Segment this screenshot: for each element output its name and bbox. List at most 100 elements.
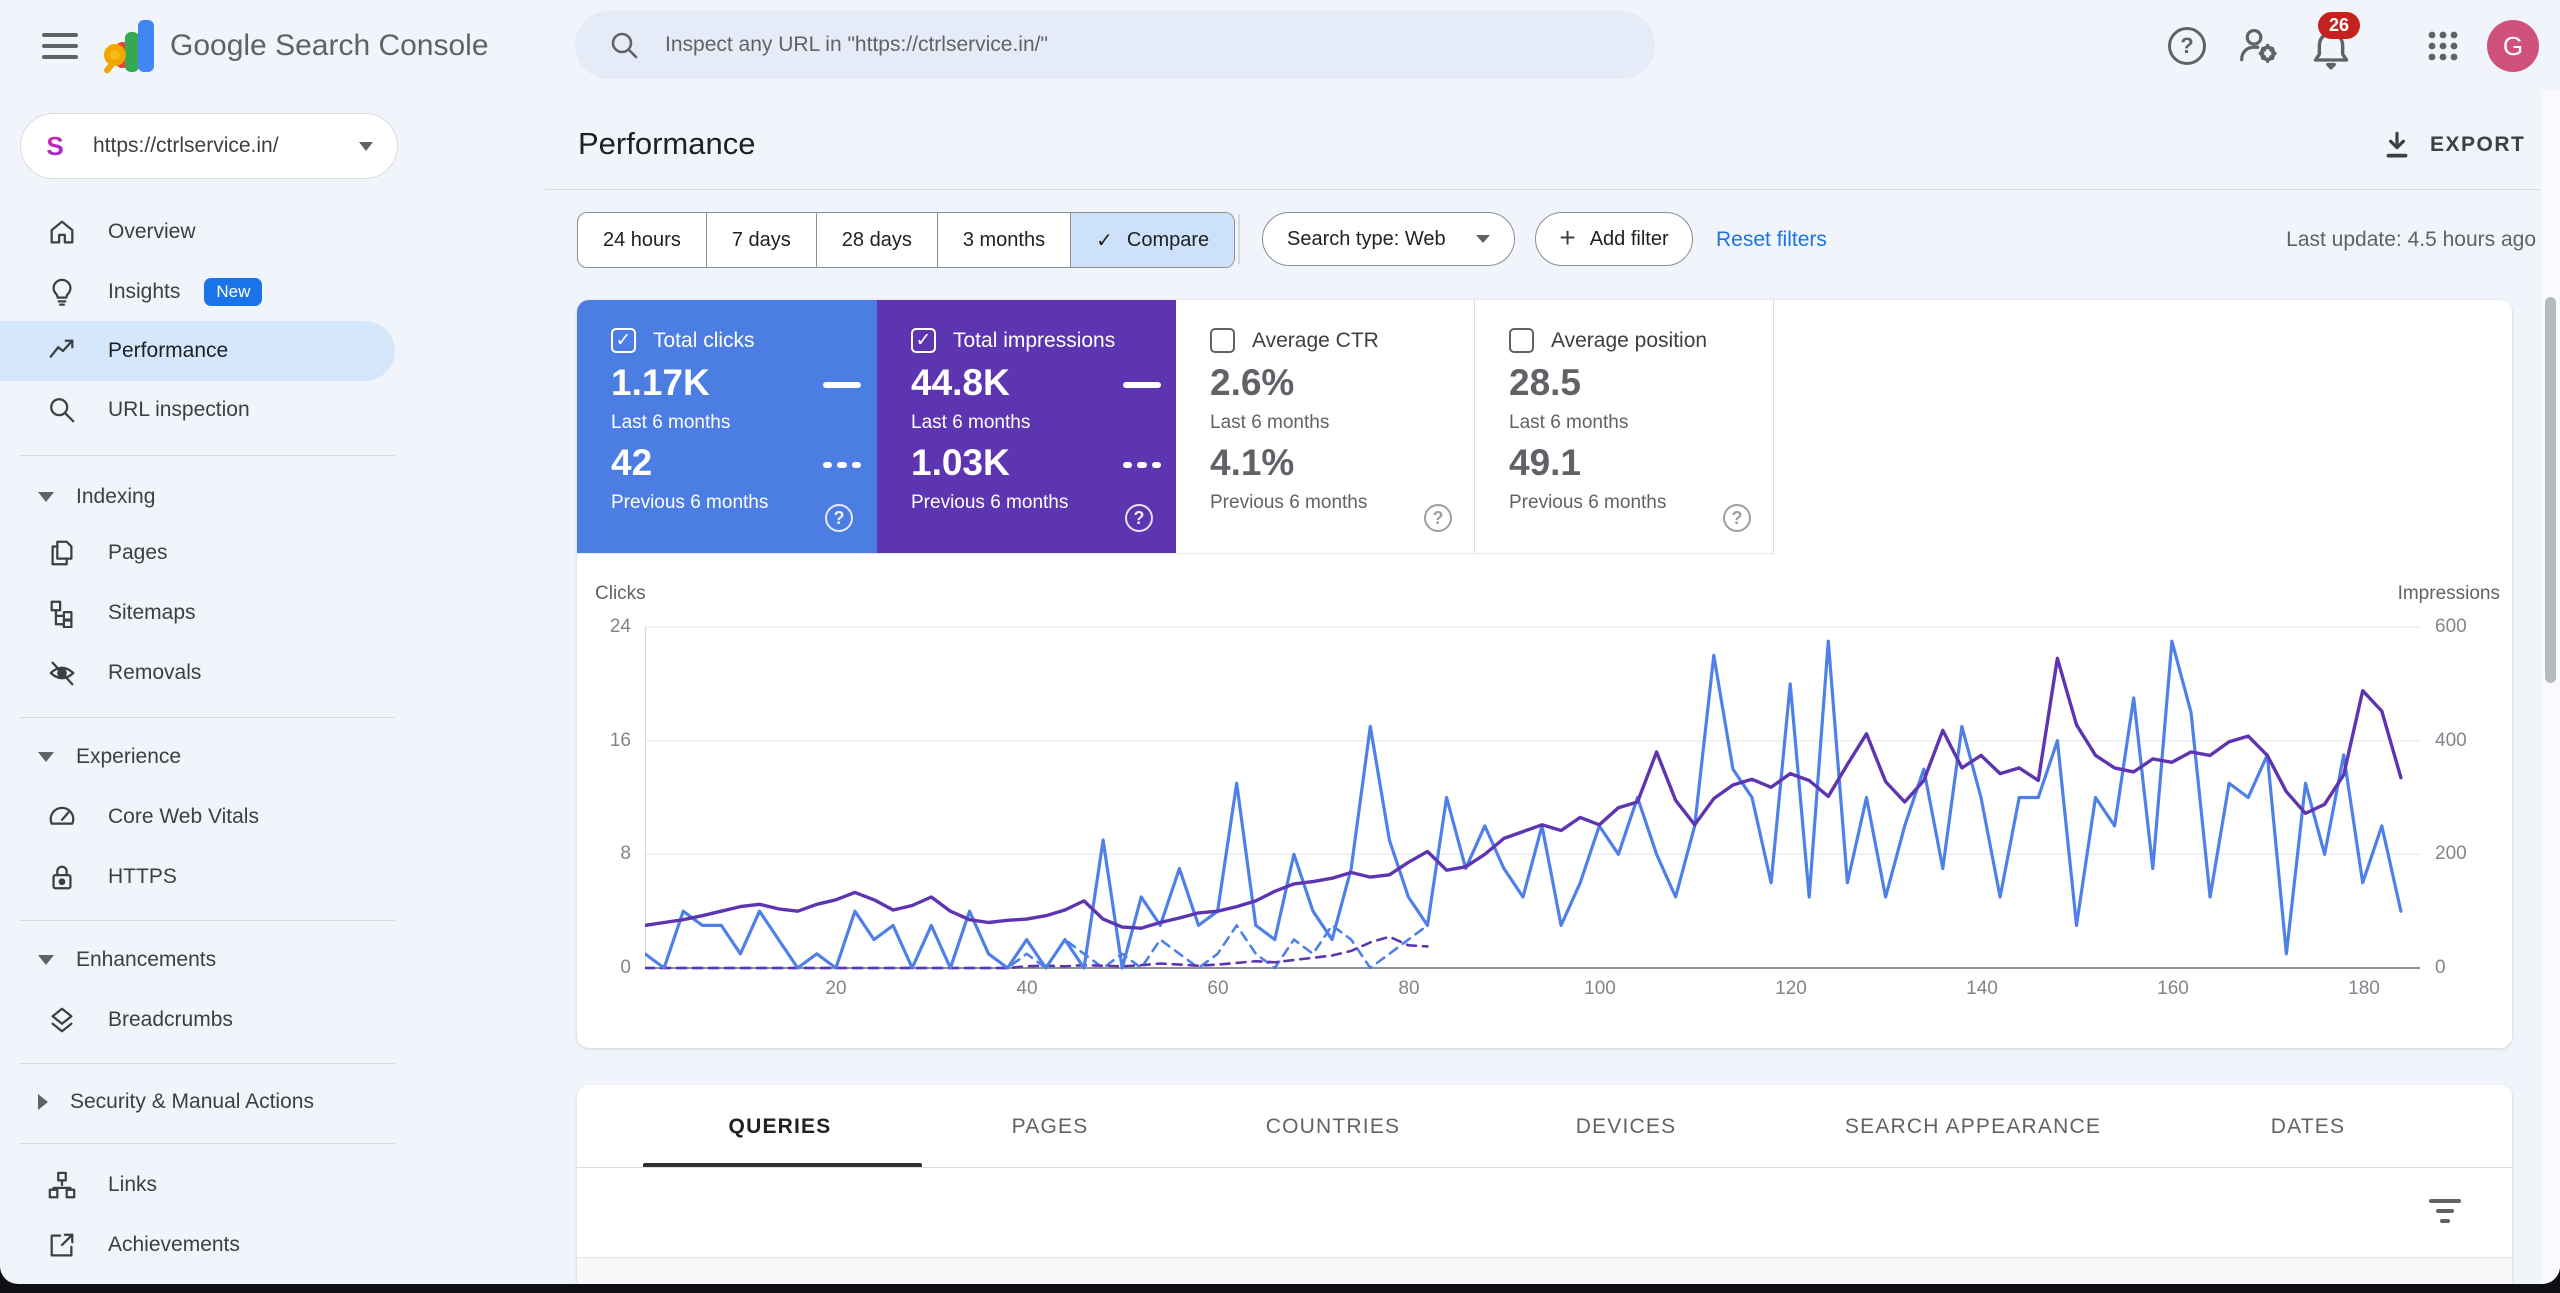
card-total-clicks[interactable]: ✓ Total clicks 1.17K Last 6 months 42 Pr…: [577, 300, 877, 553]
checkbox-checked-icon[interactable]: ✓: [611, 328, 636, 353]
section-label: Security & Manual Actions: [70, 1090, 314, 1113]
card-label: Average position: [1551, 329, 1708, 352]
help-button[interactable]: ?: [2162, 21, 2212, 71]
sidebar-item-label: Achievements: [108, 1233, 240, 1256]
scrollbar-track[interactable]: [2541, 90, 2560, 1284]
sidebar-item-breadcrumbs[interactable]: Breadcrumbs: [0, 990, 395, 1050]
chevron-expanded-icon: [38, 955, 54, 965]
tab-devices[interactable]: DEVICES: [1576, 1115, 1677, 1139]
sidebar-item-performance[interactable]: Performance: [0, 321, 395, 381]
url-inspect-search-input[interactable]: Inspect any URL in "https://ctrlservice.…: [575, 11, 1655, 79]
help-icon[interactable]: ?: [1424, 504, 1452, 532]
x-tick: 60: [1207, 978, 1229, 999]
range-compare[interactable]: ✓ Compare: [1070, 213, 1235, 267]
range-3-months[interactable]: 3 months: [936, 213, 1070, 267]
search-icon: [611, 32, 638, 59]
sidebar-item-label: Insights: [108, 280, 181, 303]
checkbox-checked-icon[interactable]: ✓: [911, 328, 936, 353]
chevron-expanded-icon: [38, 752, 54, 762]
range-7-days[interactable]: 7 days: [705, 213, 816, 267]
section-security-manual-actions[interactable]: Security & Manual Actions: [38, 1082, 314, 1122]
account-avatar[interactable]: G: [2487, 20, 2539, 72]
x-tick: 180: [2348, 978, 2380, 999]
property-selector[interactable]: S https://ctrlservice.in/: [20, 113, 398, 179]
tab-search-appearance[interactable]: SEARCH APPEARANCE: [1845, 1115, 2101, 1139]
property-favicon: S: [37, 128, 73, 164]
google-apps-button[interactable]: [2418, 21, 2468, 71]
checkbox-unchecked-icon[interactable]: [1210, 328, 1235, 353]
tab-queries[interactable]: QUERIES: [729, 1115, 832, 1139]
sidebar-divider: [20, 920, 395, 921]
checkbox-unchecked-icon[interactable]: [1509, 328, 1534, 353]
help-icon: ?: [2168, 27, 2206, 65]
section-indexing[interactable]: Indexing: [38, 477, 155, 517]
period-label: Previous 6 months: [1210, 492, 1368, 513]
sidebar-item-core-web-vitals[interactable]: Core Web Vitals: [0, 787, 395, 847]
period-label: Last 6 months: [1210, 412, 1330, 433]
performance-line-chart[interactable]: [645, 620, 2420, 975]
filter-table-button[interactable]: [2425, 1191, 2465, 1231]
sidebar-item-links[interactable]: Links: [0, 1155, 395, 1215]
sidebar-item-achievements[interactable]: Achievements: [0, 1215, 395, 1275]
help-icon[interactable]: ?: [1723, 504, 1751, 532]
table-header-strip: [577, 1258, 2512, 1284]
sidebar-item-removals[interactable]: Removals: [0, 643, 395, 703]
period-label: Previous 6 months: [611, 492, 769, 513]
notification-count-badge: 26: [2318, 12, 2361, 39]
x-tick: 120: [1775, 978, 1807, 999]
tab-dates[interactable]: DATES: [2271, 1115, 2345, 1139]
help-icon[interactable]: ?: [825, 504, 853, 532]
user-settings-button[interactable]: [2234, 21, 2284, 71]
range-24-hours[interactable]: 24 hours: [578, 213, 706, 267]
plus-icon: +: [1559, 221, 1576, 253]
last-update-text: Last update: 4.5 hours ago: [2286, 228, 2536, 251]
sidebar-item-label: Overview: [108, 220, 196, 243]
check-icon: ✓: [1096, 229, 1113, 252]
chevron-down-icon: [359, 141, 373, 151]
scrollbar-thumb[interactable]: [2545, 297, 2556, 683]
sidebar-item-insights[interactable]: Insights New: [0, 262, 395, 322]
help-icon[interactable]: ?: [1125, 504, 1153, 532]
right-axis-title: Impressions: [2397, 583, 2500, 604]
card-label: Average CTR: [1252, 329, 1379, 352]
section-enhancements[interactable]: Enhancements: [38, 940, 216, 980]
sidebar-item-label: Core Web Vitals: [108, 805, 259, 828]
card-average-position[interactable]: Average position 28.5 Last 6 months 49.1…: [1475, 300, 1774, 553]
cards-bottom-border: [577, 553, 1774, 554]
home-icon: [46, 216, 78, 248]
sidebar-item-url-inspection[interactable]: URL inspection: [0, 380, 395, 440]
x-tick: 100: [1584, 978, 1616, 999]
x-tick: 20: [825, 978, 847, 999]
add-filter-button[interactable]: + Add filter: [1535, 212, 1693, 266]
tab-countries[interactable]: COUNTRIES: [1266, 1115, 1400, 1139]
y-left-tick: 24: [609, 616, 631, 637]
reset-filters-link[interactable]: Reset filters: [1716, 228, 1827, 252]
sidebar-item-label: Sitemaps: [108, 601, 196, 624]
ctr-last-value: 2.6%: [1210, 362, 1295, 403]
speedometer-icon: [46, 801, 78, 833]
links-network-icon: [46, 1169, 78, 1201]
export-button[interactable]: EXPORT: [2380, 128, 2525, 162]
sidebar-divider: [20, 1143, 395, 1144]
sidebar-item-https[interactable]: HTTPS: [0, 847, 395, 907]
sidebar-item-pages[interactable]: Pages: [0, 523, 395, 583]
search-type-dropdown[interactable]: Search type: Web: [1262, 212, 1515, 266]
x-tick: 80: [1398, 978, 1420, 999]
position-prev-value: 49.1: [1509, 442, 1582, 483]
tab-pages[interactable]: PAGES: [1012, 1115, 1089, 1139]
x-tick: 160: [2157, 978, 2189, 999]
filter-list-icon: [2429, 1199, 2461, 1223]
sidebar-item-overview[interactable]: Overview: [0, 202, 395, 262]
layers-icon: [46, 1004, 78, 1036]
dimensions-panel: QUERIES PAGES COUNTRIES DEVICES SEARCH A…: [577, 1085, 2512, 1284]
range-28-days[interactable]: 28 days: [815, 213, 937, 267]
chevron-expanded-icon: [38, 492, 54, 502]
sidebar: S https://ctrlservice.in/ Overview Insig…: [0, 0, 545, 1284]
section-experience[interactable]: Experience: [38, 737, 181, 777]
card-total-impressions[interactable]: ✓ Total impressions 44.8K Last 6 months …: [877, 300, 1176, 553]
app-window: Google Search Console Inspect any URL in…: [0, 0, 2560, 1284]
sidebar-item-label: Pages: [108, 541, 168, 564]
card-average-ctr[interactable]: Average CTR 2.6% Last 6 months 4.1% Prev…: [1176, 300, 1475, 553]
sidebar-item-sitemaps[interactable]: Sitemaps: [0, 583, 395, 643]
new-badge: New: [204, 278, 263, 306]
